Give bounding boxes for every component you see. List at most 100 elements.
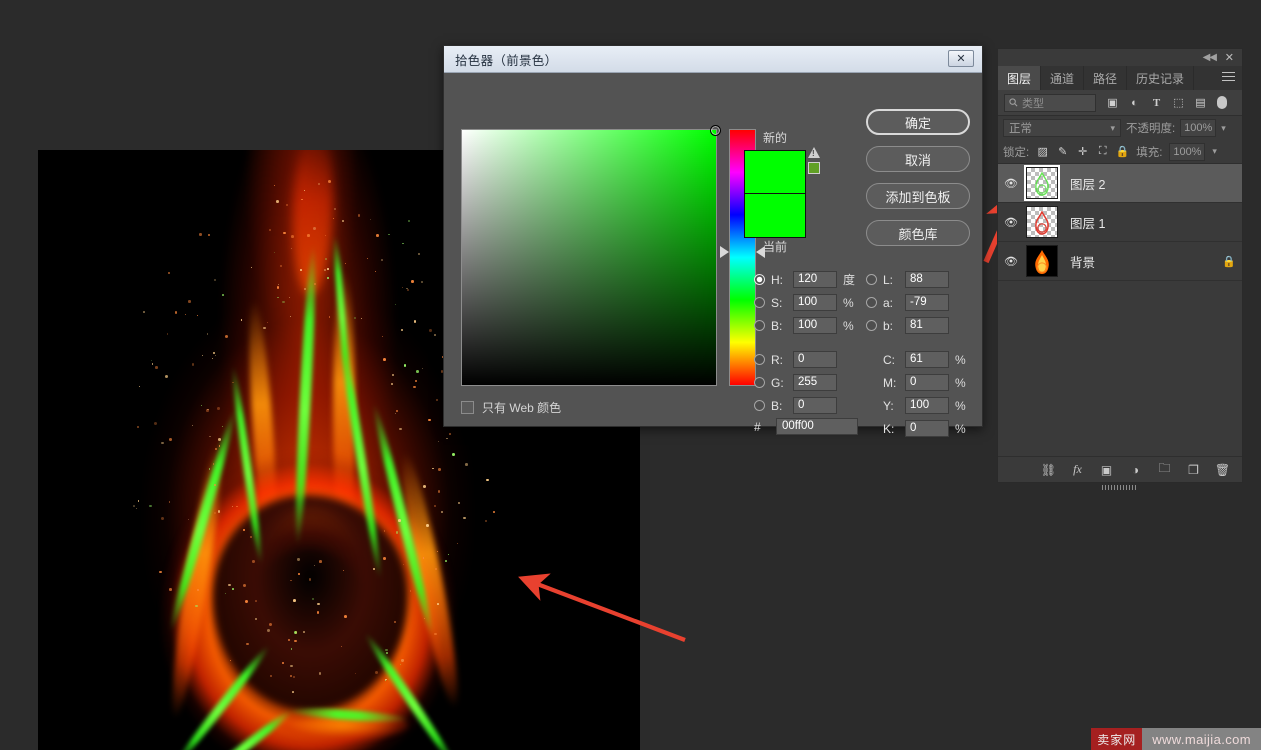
filter-power-toggle[interactable] (1217, 96, 1227, 109)
radio-s[interactable] (754, 297, 765, 308)
radio-a[interactable] (866, 297, 877, 308)
layer-thumbnail[interactable] (1026, 206, 1058, 238)
current-color-swatch[interactable] (744, 194, 806, 238)
fill-input[interactable]: 100% (1169, 142, 1206, 161)
color-field-marker[interactable] (710, 125, 721, 136)
layer-thumbnail[interactable] (1026, 245, 1058, 277)
fill-chevron-down-icon[interactable]: ▾ (1212, 146, 1217, 157)
input-h[interactable]: 120 (793, 271, 837, 288)
hsb-rgb-column: H: 120 度 S: 100 % B: 100 % R: 0 G: 255 B… (754, 268, 866, 435)
adjustment-filter-icon[interactable]: ◐ (1128, 96, 1141, 109)
table-row[interactable]: 👁 背景 🔒 (998, 242, 1242, 281)
saturation-brightness-field[interactable] (461, 125, 721, 386)
input-b-brightness[interactable]: 100 (793, 317, 837, 334)
radio-b-blue[interactable] (754, 400, 765, 411)
layers-panel[interactable]: ◀◀ ✕ 图层 通道 路径 历史记录 类型 ▣ ◐ T ⬚ ▤ 正常 ▾ 不透明… (997, 48, 1243, 490)
field-row-c[interactable]: C: 61 % (866, 348, 979, 371)
input-c[interactable]: 61 (905, 351, 949, 368)
image-filter-icon[interactable]: ▣ (1106, 96, 1119, 109)
eye-icon[interactable]: 👁 (1000, 255, 1022, 268)
field-row-a[interactable]: a: -79 (866, 291, 979, 314)
layer-filter-kind-select[interactable]: 类型 (1004, 93, 1096, 112)
blend-mode-select[interactable]: 正常 ▾ (1003, 119, 1121, 137)
web-colors-checkbox[interactable] (461, 401, 474, 414)
label-s: S: (771, 295, 783, 310)
new-color-swatch[interactable] (744, 150, 806, 194)
lock-image-icon[interactable]: ✎ (1056, 145, 1069, 158)
add-to-swatches-button[interactable]: 添加到色板 (866, 183, 970, 209)
field-row-b-brightness[interactable]: B: 100 % (754, 314, 866, 337)
layer-name: 图层 2 (1070, 177, 1106, 192)
field-row-g[interactable]: G: 255 (754, 371, 866, 394)
input-a[interactable]: -79 (905, 294, 949, 311)
radio-g[interactable] (754, 377, 765, 388)
hex-input[interactable]: 00ff00 (776, 418, 858, 435)
radio-l[interactable] (866, 274, 877, 285)
radio-b-brightness[interactable] (754, 320, 765, 331)
eye-icon[interactable]: 👁 (1000, 216, 1022, 229)
gamut-warning-block[interactable] (806, 147, 822, 174)
ok-button[interactable]: 确定 (866, 109, 970, 135)
new-layer-icon[interactable]: ❐ (1186, 462, 1201, 477)
tab-paths[interactable]: 路径 (1084, 66, 1128, 90)
eye-icon[interactable]: 👁 (1000, 177, 1022, 190)
color-libraries-button[interactable]: 颜色库 (866, 220, 970, 246)
close-panel-icon[interactable]: ✕ (1225, 51, 1234, 64)
field-row-lab-b[interactable]: b: 81 (866, 314, 979, 337)
input-y[interactable]: 100 (905, 397, 949, 414)
lock-artboard-icon[interactable]: ⛶ (1096, 145, 1109, 158)
add-mask-icon[interactable]: ▣ (1099, 462, 1114, 477)
opacity-input[interactable]: 100% (1180, 119, 1217, 137)
collapse-panel-icon[interactable]: ◀◀ (1203, 52, 1217, 63)
link-layers-icon[interactable]: ⛓ (1041, 462, 1056, 477)
label-lab-b: b: (883, 318, 894, 333)
chevron-down-icon[interactable]: ▾ (1110, 123, 1115, 134)
field-row-y[interactable]: Y: 100 % (866, 394, 979, 417)
color-picker-dialog[interactable]: 拾色器（前景色） ✕ 只有 Web 颜色 新的 当前 ! 确定 取消 添加到色板… (443, 45, 983, 437)
text-filter-icon[interactable]: T (1150, 96, 1163, 109)
field-row-k[interactable]: K: 0 % (866, 417, 979, 440)
shape-filter-icon[interactable]: ⬚ (1172, 96, 1185, 109)
gamut-warning-icon[interactable] (808, 147, 820, 158)
web-colors-only-option[interactable]: 只有 Web 颜色 (461, 399, 561, 416)
input-m[interactable]: 0 (905, 374, 949, 391)
tab-channels[interactable]: 通道 (1041, 66, 1085, 90)
new-group-icon[interactable]: 🗀 (1157, 461, 1172, 477)
field-row-m[interactable]: M: 0 % (866, 371, 979, 394)
input-r[interactable]: 0 (793, 351, 837, 368)
field-row-r[interactable]: R: 0 (754, 348, 866, 371)
lock-position-icon[interactable]: ✛ (1076, 145, 1089, 158)
input-lab-b[interactable]: 81 (905, 317, 949, 334)
layer-style-fx-icon[interactable]: fx (1070, 462, 1085, 477)
lock-transparency-icon[interactable]: ▨ (1036, 145, 1049, 158)
panel-menu-icon[interactable] (1222, 72, 1235, 84)
adjustment-layer-icon[interactable]: ◑ (1128, 462, 1143, 477)
opacity-chevron-down-icon[interactable]: ▾ (1221, 123, 1226, 134)
field-row-s[interactable]: S: 100 % (754, 291, 866, 314)
close-icon[interactable]: ✕ (948, 50, 974, 67)
field-row-l[interactable]: L: 88 (866, 268, 979, 291)
table-row[interactable]: 👁 图层 2 (998, 164, 1242, 203)
tab-layers[interactable]: 图层 (998, 66, 1042, 90)
tab-history[interactable]: 历史记录 (1127, 66, 1195, 90)
input-k[interactable]: 0 (905, 420, 949, 437)
layer-thumbnail[interactable] (1024, 165, 1060, 201)
input-b-blue[interactable]: 0 (793, 397, 837, 414)
dialog-titlebar[interactable]: 拾色器（前景色） ✕ (444, 46, 982, 73)
field-row-h[interactable]: H: 120 度 (754, 268, 866, 291)
lock-all-icon[interactable]: 🔒 (1116, 145, 1130, 158)
input-s[interactable]: 100 (793, 294, 837, 311)
radio-r[interactable] (754, 354, 765, 365)
input-l[interactable]: 88 (905, 271, 949, 288)
panel-resize-grip[interactable] (1102, 485, 1138, 490)
hex-field-row[interactable]: # 00ff00 (754, 418, 858, 435)
input-g[interactable]: 255 (793, 374, 837, 391)
radio-lab-b[interactable] (866, 320, 877, 331)
smart-object-filter-icon[interactable]: ▤ (1194, 96, 1207, 109)
delete-layer-icon[interactable]: 🗑 (1215, 462, 1230, 477)
cancel-button[interactable]: 取消 (866, 146, 970, 172)
table-row[interactable]: 👁 图层 1 (998, 203, 1242, 242)
web-safe-alt-swatch[interactable] (808, 162, 820, 174)
field-row-b-blue[interactable]: B: 0 (754, 394, 866, 417)
radio-h[interactable] (754, 274, 765, 285)
